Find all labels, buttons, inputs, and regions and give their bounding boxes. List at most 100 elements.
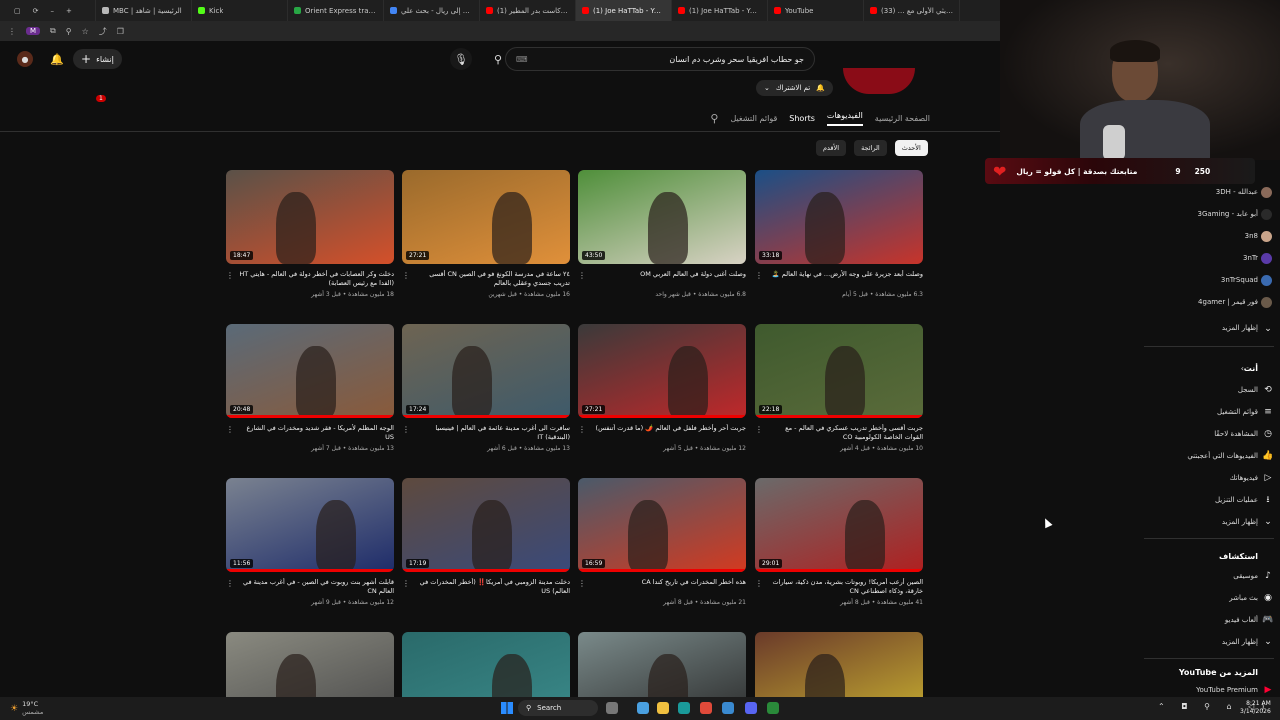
video-title[interactable]: سافرت الى أغرب مدينة عائمة في العالم | ف… [435,424,570,441]
notifications-icon[interactable]: 🔔 1 [46,48,106,102]
channel-search-icon[interactable]: ⚲ [710,112,718,125]
sidebar-item[interactable]: قوائم التشغيل [1217,408,1258,416]
subscribed-button[interactable]: ⌄ تم الاشتراك 🔔 [756,80,833,96]
chrome-profile-icon[interactable] [722,702,734,714]
video-card[interactable]: 17:19 دخلت مدينة الزومبي في أمريكا‼️ (أخط… [402,478,570,599]
chip-popular[interactable]: الرائجة [854,140,887,156]
subscription-item[interactable]: فور قيمر | 4gamer [1198,298,1258,306]
show-more-explore[interactable]: إظهار المزيد [1222,638,1258,646]
window-controls[interactable]: ▢ ⟳ – + [0,0,96,21]
browser-tab[interactable]: (1) بودكاست بدر المطير… [480,0,576,21]
reload-icon[interactable]: ⟳ [33,7,39,15]
keyboard-icon[interactable]: ⌨ [516,55,528,64]
video-card[interactable]: 27:21 ٢٤ ساعة في مدرسة الكونغ فو في الصين… [402,170,570,298]
video-thumbnail[interactable]: 17:19 [402,478,570,572]
windows-start-icon[interactable] [501,702,513,714]
sidebar-item[interactable]: ألعاب فيديو [1225,616,1258,624]
account-avatar[interactable]: ● [17,51,33,67]
weather-icon[interactable]: ☀ [10,704,18,714]
video-title[interactable]: قابلت أشهر بنت روبوت في الصين - في أغرب … [243,578,394,595]
file-explorer-icon[interactable] [657,702,669,714]
discord-icon[interactable] [745,702,757,714]
video-card[interactable]: 33:18 وصلت أبعد جزيرة على وجه الأرض… في ن… [755,170,923,298]
minimize-icon[interactable]: – [51,7,55,15]
video-title[interactable]: جربت أقسى وأخطر تدريب عسكري في العالم - … [785,424,923,441]
bookmark-icon[interactable]: ☆ [82,27,89,36]
video-title[interactable]: دخلت وكر العصابات في أخطر دولة في العالم… [239,270,394,287]
subscription-item[interactable]: عبدالله - 3DH [1216,188,1258,196]
tab-home[interactable]: الصفحة الرئيسية [875,114,930,123]
tab-playlists[interactable]: قوائم التشغيل [730,114,777,123]
edge-icon[interactable] [678,702,690,714]
video-card[interactable]: 11:56 قابلت أشهر بنت روبوت في الصين - في … [226,478,394,606]
taskview-icon[interactable] [606,702,618,714]
browser-tab[interactable]: يورو إلى ريال - بحث علي… [384,0,480,21]
sidebar-item[interactable]: فيديوهاتك [1230,474,1258,482]
subscription-item[interactable]: 3n8 [1245,232,1258,240]
browser-tab[interactable]: Orient Express train m… [288,0,384,21]
video-card[interactable]: 18:47 دخلت وكر العصابات في أخطر دولة في ا… [226,170,394,298]
browser-tab[interactable]: (1) Joe HaTTab - YouT… [672,0,768,21]
more-options-icon[interactable]: ⋮ [402,270,410,282]
you-section-title[interactable]: أنت [1244,364,1258,373]
more-options-icon[interactable]: ⋮ [755,578,763,590]
chevron-down-icon[interactable]: ⌄ [1262,516,1274,528]
subscription-item[interactable]: 3nTr [1243,254,1258,262]
browser-tab[interactable]: YouTube [768,0,864,21]
video-title[interactable]: الوجه المظلم لأمريكا - فقر شديد ومخدرات … [247,424,395,441]
video-thumbnail[interactable]: 27:21 [402,170,570,264]
video-thumbnail[interactable]: 17:24 [402,324,570,418]
video-title[interactable]: هذه أخطر المخدرات في تاريخ كندا CA [642,578,746,586]
more-options-icon[interactable]: ⋮ [402,424,410,436]
copy-icon[interactable]: ❐ [117,27,124,36]
video-thumbnail[interactable]: 11:56 [226,478,394,572]
taskbar-search[interactable]: ⚲ Search [518,700,598,716]
video-thumbnail[interactable]: 33:18 [755,170,923,264]
more-options-icon[interactable]: ⋮ [755,270,763,282]
tab-shorts[interactable]: Shorts [789,114,815,123]
voice-search-icon[interactable]: 🎙 [450,48,472,70]
video-card[interactable]: 27:21 جربت أحر وأخطر فلفل في العالم 🌶️ (م… [578,324,746,452]
chip-newest[interactable]: الأحدث [894,140,928,156]
chevron-right-icon[interactable]: ‹ [1241,364,1244,373]
sidebar-item[interactable]: السجل [1238,386,1258,394]
obs-icon[interactable] [767,702,779,714]
video-thumbnail[interactable]: 43:50 [578,170,746,264]
video-thumbnail[interactable]: 27:21 [578,324,746,418]
sidebar-item[interactable]: بث مباشر [1229,594,1258,602]
more-options-icon[interactable]: ⋮ [226,578,234,590]
create-button[interactable]: + إنشاء [73,49,122,69]
video-card[interactable]: 22:18 جربت أقسى وأخطر تدريب عسكري في العا… [755,324,923,452]
video-card[interactable]: 43:50 وصلت أغنى دولة في العالم العربي OM ⋮… [578,170,746,298]
weather-widget[interactable]: 19°C مشمس [22,701,43,715]
video-thumbnail[interactable]: 29:01 [755,478,923,572]
video-card[interactable]: 20:48 الوجه المظلم لأمريكا - فقر شديد ومخ… [226,324,394,452]
more-options-icon[interactable]: ⋮ [578,424,586,436]
video-title[interactable]: وصلت أبعد جزيرة على وجه الأرض… في نهاية … [772,270,923,278]
more-options-icon[interactable]: ⋮ [578,578,586,590]
video-thumbnail[interactable]: 22:18 [755,324,923,418]
zoom-icon[interactable]: ⚲ [66,27,72,36]
extensions-icon[interactable]: ⧉ [50,26,56,36]
video-title[interactable]: ٢٤ ساعة في مدرسة الكونغ فو في الصين CN أ… [429,270,570,287]
browser-tab[interactable]: Kick [192,0,288,21]
video-title[interactable]: وصلت أغنى دولة في العالم العربي OM [640,270,746,278]
video-title[interactable]: الصين أرعب أمريكا! روبوتات بشرية، مدن ذك… [773,578,923,595]
chevron-down-icon[interactable]: ⌄ [1262,323,1274,335]
more-options-icon[interactable]: ⋮ [402,578,410,590]
video-title[interactable]: جربت أحر وأخطر فلفل في العالم 🌶️ (ما قدر… [596,424,746,432]
search-input[interactable]: جو حطاب افريقيا سحر وشرب دم انسان ⌨ [505,47,815,71]
more-options-icon[interactable]: ⋮ [755,424,763,436]
video-title[interactable]: دخلت مدينة الزومبي في أمريكا‼️ (أخطر الم… [420,578,570,595]
browser-tab[interactable]: (1) Joe HaTTab - YouT… [576,0,672,21]
video-thumbnail[interactable]: 20:48 [226,324,394,418]
sidebar-item[interactable]: عمليات التنزيل [1215,496,1258,504]
apps-icon[interactable]: ⋮ [8,27,16,36]
new-tab-icon[interactable]: + [66,7,72,15]
show-more-you[interactable]: إظهار المزيد [1222,518,1258,526]
clock[interactable]: 8:21 AM 3/14/2026 [1240,700,1271,716]
video-card[interactable]: 29:01 الصين أرعب أمريكا! روبوتات بشرية، م… [755,478,923,606]
copilot-icon[interactable] [637,702,649,714]
menu-icon[interactable]: ▢ [14,7,21,15]
chevron-down-icon[interactable]: ⌄ [1262,636,1274,648]
